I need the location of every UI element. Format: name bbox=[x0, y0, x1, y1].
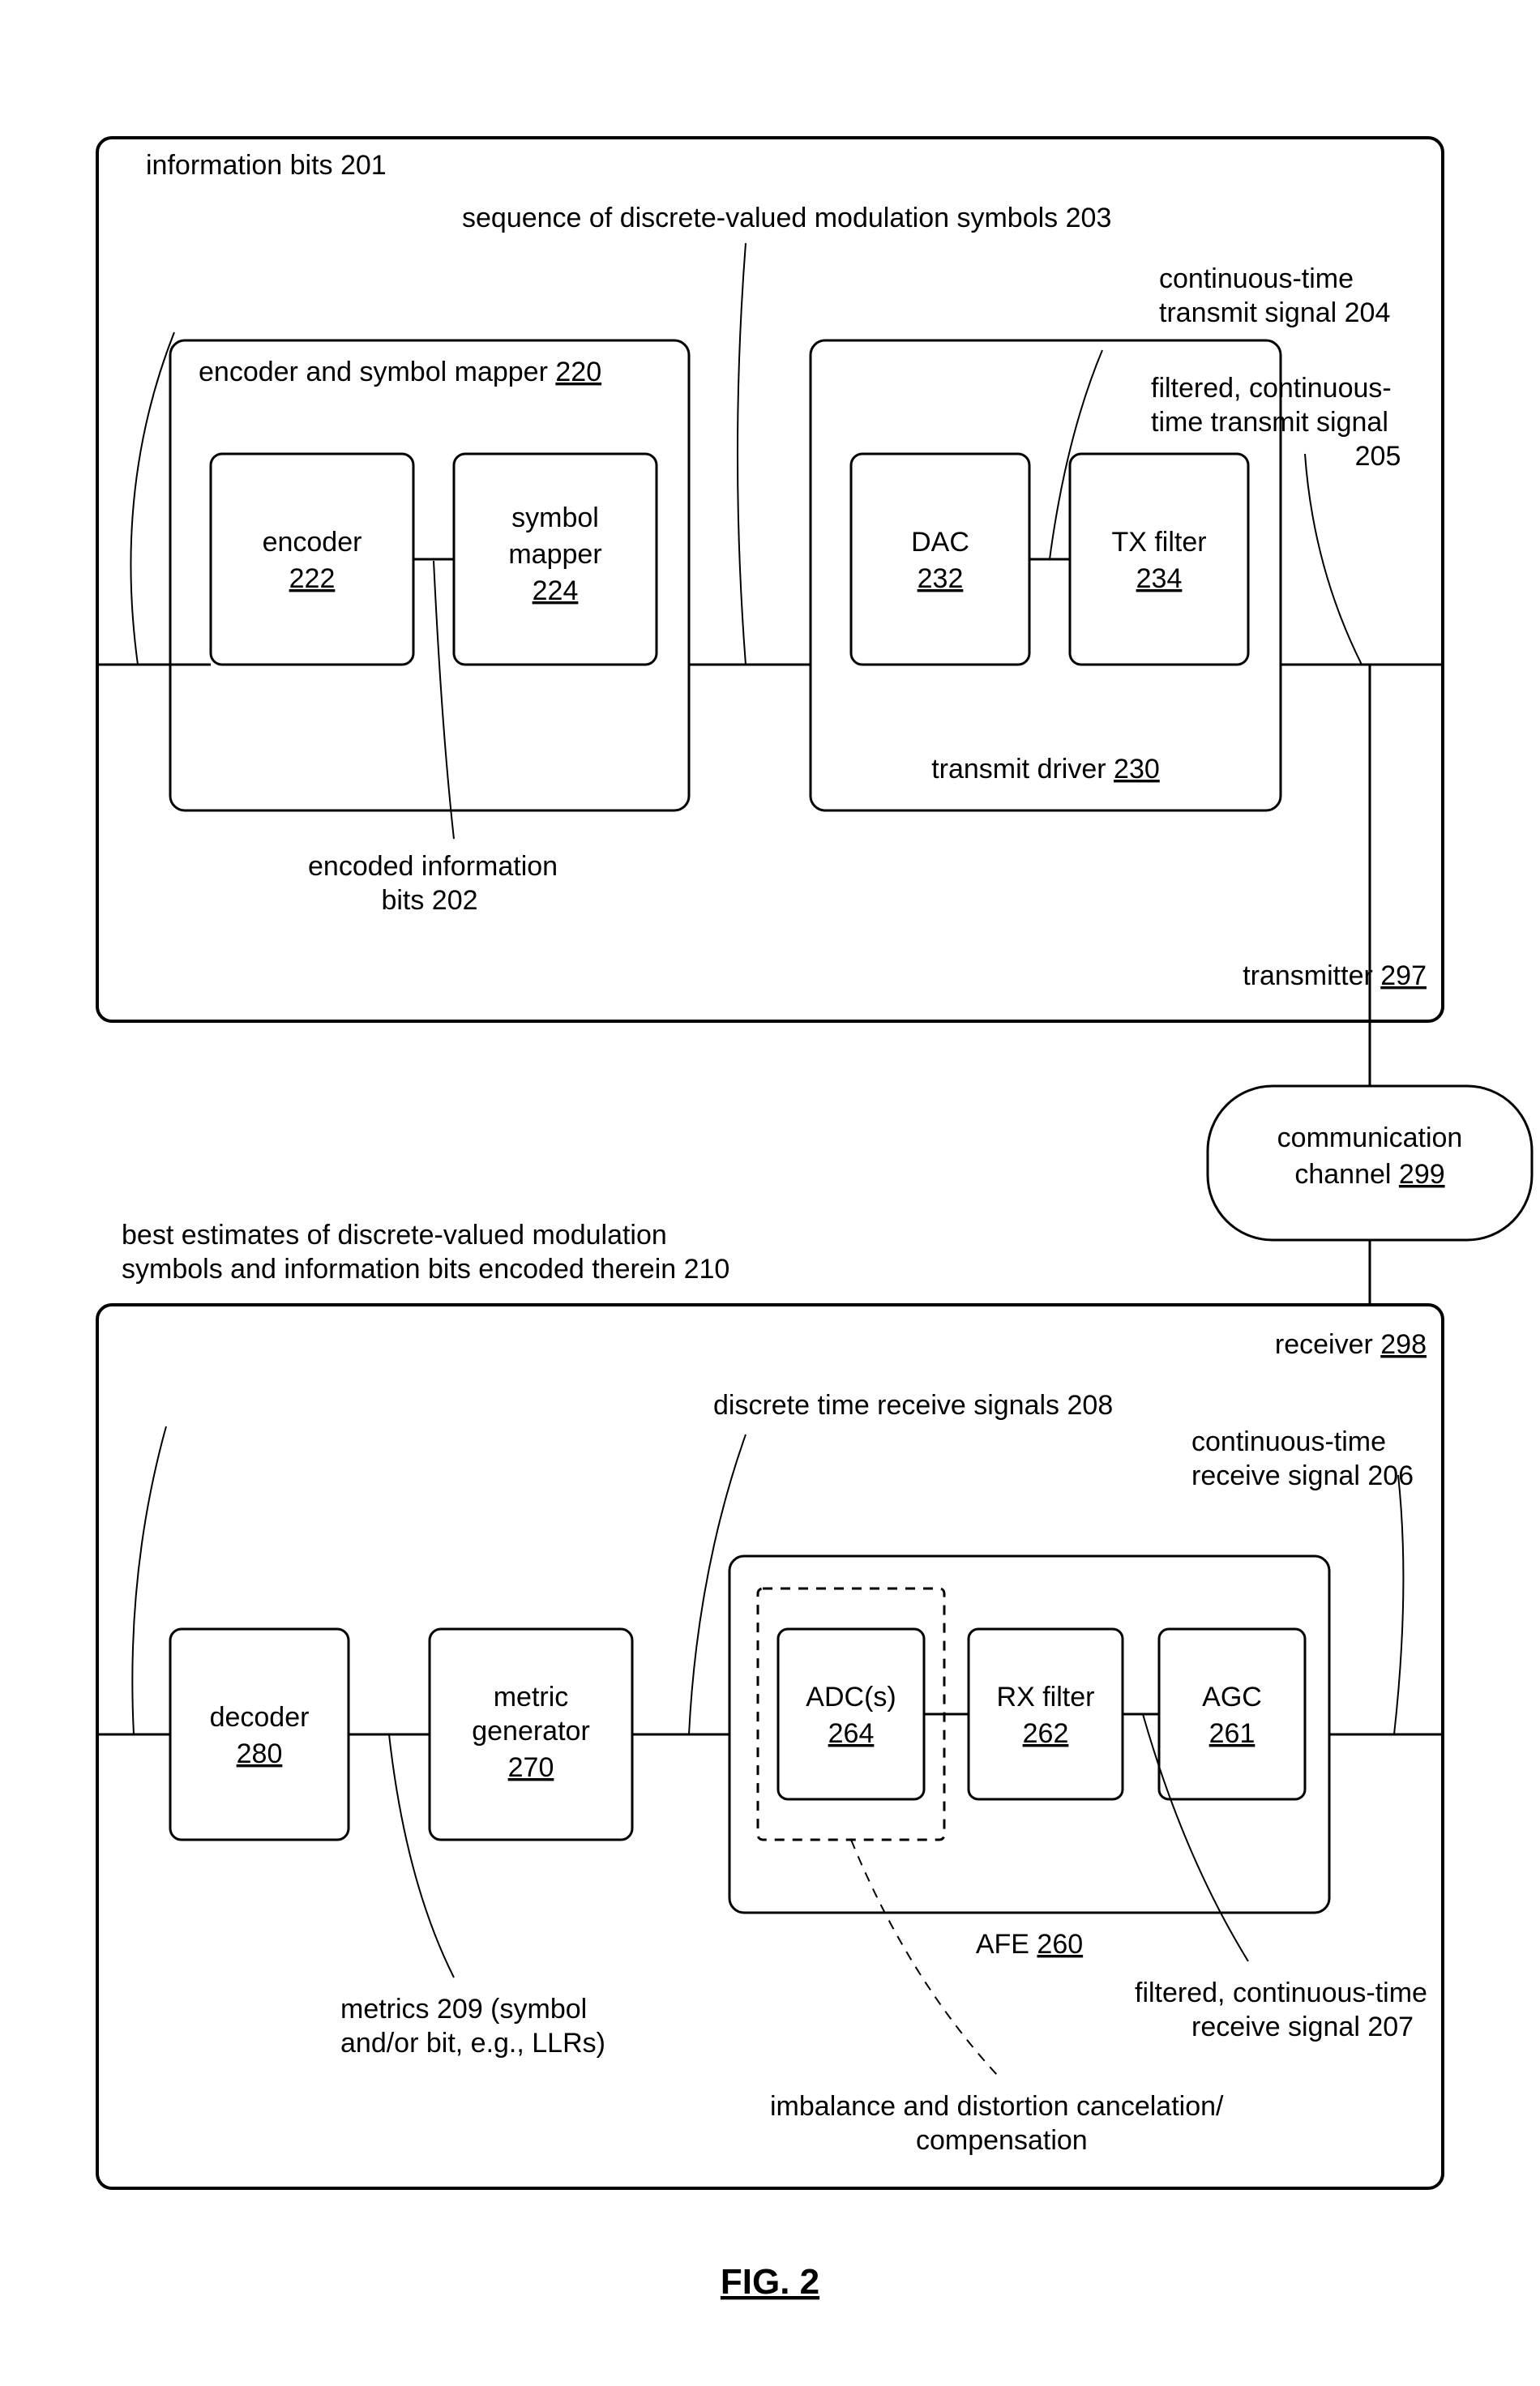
adc-label: ADC(s) bbox=[806, 1682, 896, 1713]
transmit-driver-label: transmit driver 230 bbox=[931, 754, 1160, 785]
metrics-l1: metrics 209 (symbol bbox=[340, 1994, 587, 2025]
f-ct-rx-l1: filtered, continuous-time bbox=[1135, 1978, 1427, 2008]
decoder-ref: 280 bbox=[237, 1738, 283, 1769]
afe-label: AFE 260 bbox=[976, 1929, 1083, 1960]
metric-l2: generator bbox=[472, 1716, 590, 1747]
encoder-mapper-label: encoder and symbol mapper 220 bbox=[199, 357, 601, 387]
rx-filter-label: RX filter bbox=[997, 1682, 1095, 1713]
ct-rx-l2: receive signal 206 bbox=[1191, 1460, 1414, 1491]
adc-block bbox=[778, 1629, 924, 1799]
decoder-label: decoder bbox=[210, 1702, 310, 1733]
tx-filter-ref: 234 bbox=[1136, 563, 1183, 594]
rx-filter-ref: 262 bbox=[1023, 1718, 1069, 1749]
channel-l1: communication bbox=[1277, 1122, 1463, 1153]
agc-block bbox=[1159, 1629, 1305, 1799]
ct-rx-l1: continuous-time bbox=[1191, 1426, 1386, 1457]
tx-filter-label: TX filter bbox=[1111, 527, 1206, 558]
adc-ref: 264 bbox=[828, 1718, 875, 1749]
ct-tx-l1: continuous-time bbox=[1159, 263, 1354, 294]
enc-bits-l1: encoded information bbox=[308, 851, 558, 882]
note-l1: imbalance and distortion cancelation/ bbox=[770, 2091, 1224, 2122]
metrics-l2: and/or bit, e.g., LLRs) bbox=[340, 2028, 605, 2059]
symbol-mapper-ref: 224 bbox=[533, 575, 579, 606]
seq-label: sequence of discrete-valued modulation s… bbox=[462, 203, 1111, 233]
est-l2: symbols and information bits encoded the… bbox=[122, 1254, 729, 1285]
agc-label: AGC bbox=[1202, 1682, 1262, 1713]
f-ct-tx-l3: 205 bbox=[1355, 441, 1401, 472]
rx-filter-block bbox=[969, 1629, 1123, 1799]
encoder-ref: 222 bbox=[289, 563, 336, 594]
decoder-block bbox=[170, 1629, 349, 1840]
receiver-label: receiver 298 bbox=[1275, 1329, 1427, 1360]
est-l1: best estimates of discrete-valued modula… bbox=[122, 1220, 667, 1251]
channel-l2: channel 299 bbox=[1294, 1159, 1444, 1190]
f-ct-tx-l2: time transmit signal bbox=[1151, 407, 1388, 438]
dac-block bbox=[851, 454, 1029, 665]
encoder-label: encoder bbox=[263, 527, 362, 558]
encoder-block bbox=[211, 454, 413, 665]
f-ct-tx-l1: filtered, continuous- bbox=[1151, 373, 1392, 404]
transmitter-label: transmitter 297 bbox=[1243, 960, 1427, 991]
ct-tx-l2: transmit signal 204 bbox=[1159, 297, 1390, 328]
figure-label: FIG. 2 bbox=[721, 2262, 819, 2302]
symbol-mapper-l1: symbol bbox=[511, 502, 599, 533]
metric-ref: 270 bbox=[508, 1752, 554, 1783]
enc-bits-l2: bits 202 bbox=[381, 885, 477, 916]
dac-ref: 232 bbox=[918, 563, 964, 594]
dac-label: DAC bbox=[911, 527, 969, 558]
diagram-root: encoder and symbol mapper 220 encoder 22… bbox=[0, 0, 1540, 2386]
agc-ref: 261 bbox=[1209, 1718, 1256, 1749]
metric-l1: metric bbox=[494, 1682, 569, 1713]
tx-filter-block bbox=[1070, 454, 1248, 665]
note-l2: compensation bbox=[916, 2125, 1088, 2156]
drx-label: discrete time receive signals 208 bbox=[713, 1390, 1113, 1421]
symbol-mapper-l2: mapper bbox=[508, 539, 601, 570]
f-ct-rx-l2: receive signal 207 bbox=[1191, 2012, 1414, 2042]
info-bits-label: information bits 201 bbox=[146, 150, 387, 181]
